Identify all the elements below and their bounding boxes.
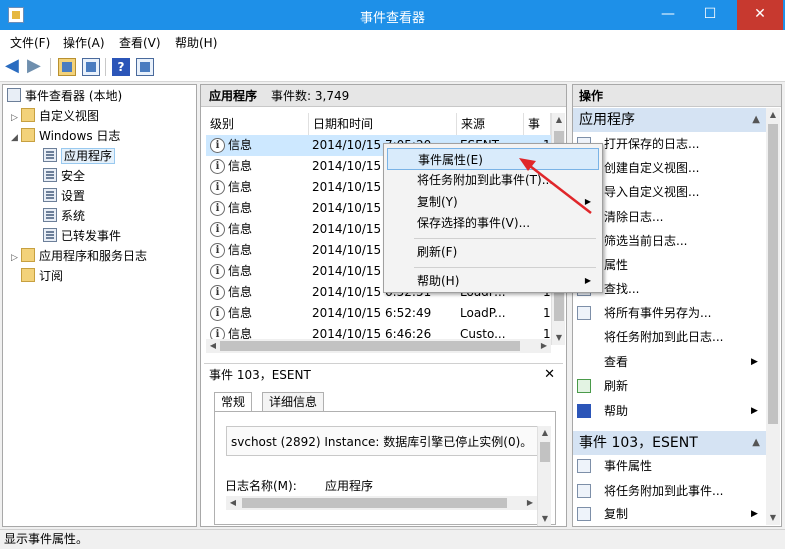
status-bar: 显示事件属性。 xyxy=(0,529,785,549)
annotation-arrow-icon xyxy=(519,158,592,214)
annotation-arrow-line xyxy=(529,165,592,214)
